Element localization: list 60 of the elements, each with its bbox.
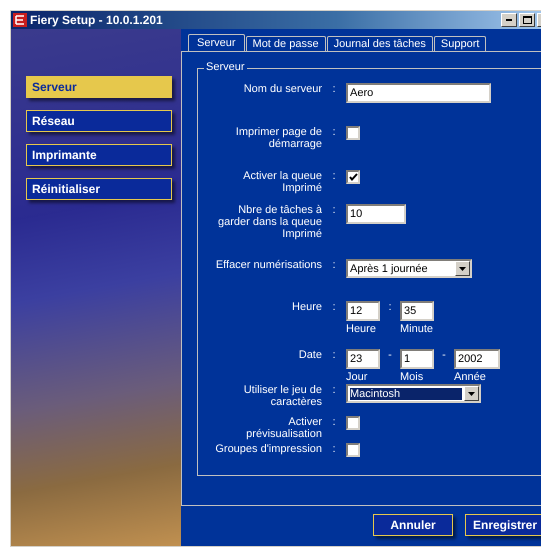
app-logo-icon (13, 13, 27, 27)
colon-text: : (331, 443, 337, 455)
separator-text: - (387, 349, 393, 361)
field-label: Date (298, 349, 322, 361)
checkbox[interactable] (346, 170, 360, 184)
number-field[interactable]: 12 (346, 301, 380, 321)
field-caption: Heure (346, 323, 376, 335)
separator-text: : (387, 301, 393, 313)
dialog-button[interactable]: Enregistrer (465, 514, 541, 536)
number-field[interactable]: 23 (346, 349, 380, 369)
field-label: Nom du serveur (244, 83, 322, 95)
number-field[interactable]: 2002 (454, 349, 500, 369)
colon-text: : (331, 259, 337, 271)
checkbox[interactable] (346, 416, 360, 430)
colon-text: : (331, 416, 337, 428)
sidebar-item[interactable]: Imprimante (26, 144, 172, 166)
checkbox[interactable] (346, 443, 360, 457)
dropdown-arrow-icon (468, 392, 475, 396)
minimize-icon (506, 19, 512, 21)
number-field[interactable]: 35 (400, 301, 434, 321)
tab[interactable]: Mot de passe (246, 36, 326, 51)
field-label: Heure (292, 301, 322, 313)
field-label: Imprimer page de démarrage (234, 126, 322, 150)
dialog-button[interactable]: Annuler (373, 514, 453, 536)
number-field[interactable]: 1 (400, 349, 434, 369)
dropdown[interactable]: Après 1 journée (346, 259, 472, 278)
field-label: Utiliser le jeu de caractères (242, 384, 322, 408)
tab[interactable]: Serveur (188, 34, 245, 51)
colon-text: : (331, 301, 337, 313)
field-label: Groupes d'impression (215, 443, 322, 455)
colon-text: : (331, 170, 337, 182)
sidebar-item[interactable]: Réseau (26, 110, 172, 132)
sidebar-item[interactable]: Réinitialiser (26, 178, 172, 200)
dropdown[interactable]: Macintosh (346, 384, 481, 403)
text-field[interactable]: Aero (346, 83, 491, 103)
field-caption: Mois (400, 371, 424, 383)
colon-text: : (331, 204, 337, 216)
colon-text: : (331, 384, 337, 396)
colon-text: : (331, 349, 337, 361)
field-caption: Année (454, 371, 486, 383)
field-label: Nbre de tâches à garder dans la queue Imprimé (217, 204, 322, 240)
colon-text: : (331, 83, 337, 95)
field-label: Activer prévisualisation (245, 416, 322, 440)
maximize-button[interactable] (519, 13, 535, 27)
group-title: Serveur (204, 61, 247, 73)
checkbox[interactable] (346, 126, 360, 140)
window-title: Fiery Setup - 10.0.1.201 (30, 13, 164, 27)
sidebar-item[interactable]: Serveur (26, 76, 172, 98)
dropdown-arrow-icon (459, 266, 466, 270)
maximize-icon (522, 16, 532, 24)
tab[interactable]: Journal des tâches (326, 36, 433, 51)
field-label: Activer la queue Imprimé (242, 170, 322, 194)
minimize-button[interactable] (501, 13, 517, 27)
text-field[interactable]: 10 (346, 204, 406, 224)
tab[interactable]: Support (434, 36, 486, 51)
field-caption: Minute (400, 323, 434, 335)
field-caption: Jour (346, 371, 368, 383)
colon-text: : (331, 126, 337, 138)
field-label: Effacer numérisations (216, 259, 322, 271)
separator-text: - (441, 349, 447, 361)
